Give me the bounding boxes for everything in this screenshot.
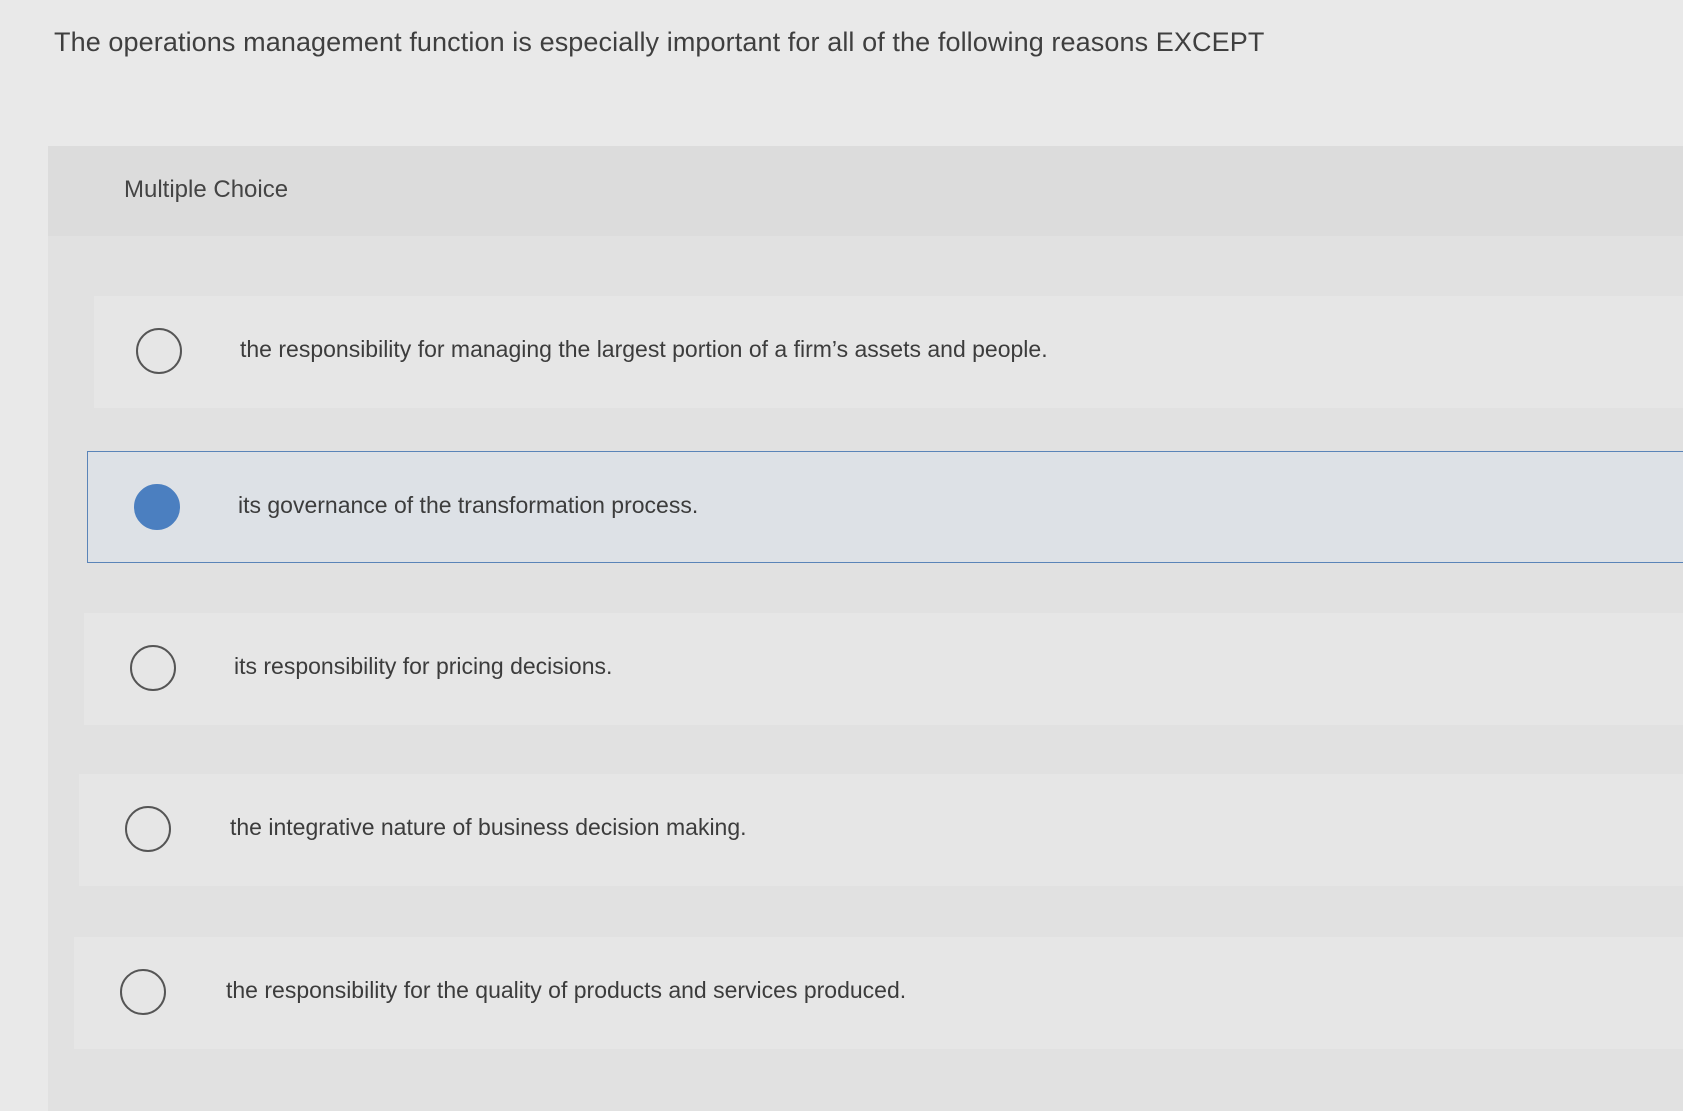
question-text: The operations management function is es… — [54, 27, 1265, 57]
choice-label-5: the responsibility for the quality of pr… — [226, 977, 907, 1003]
choice-option-2[interactable]: its governance of the transformation pro… — [87, 451, 1683, 563]
choice-option-1[interactable]: the responsibility for managing the larg… — [94, 296, 1683, 408]
choice-label-3: its responsibility for pricing decisions… — [234, 653, 613, 679]
choice-option-5[interactable]: the responsibility for the quality of pr… — [74, 937, 1683, 1049]
choice-label-1: the responsibility for managing the larg… — [240, 336, 1048, 362]
radio-button-2-selected[interactable] — [134, 484, 180, 530]
choice-label-4: the integrative nature of business decis… — [230, 814, 747, 840]
radio-button-4[interactable] — [125, 806, 171, 852]
choice-option-3[interactable]: its responsibility for pricing decisions… — [84, 613, 1683, 725]
radio-button-5[interactable] — [120, 969, 166, 1015]
panel-header: Multiple Choice — [48, 146, 1683, 236]
radio-button-3[interactable] — [130, 645, 176, 691]
panel-title: Multiple Choice — [124, 176, 289, 203]
choice-option-4[interactable]: the integrative nature of business decis… — [79, 774, 1683, 886]
choice-label-2: its governance of the transformation pro… — [238, 492, 699, 518]
radio-button-1[interactable] — [136, 328, 182, 374]
